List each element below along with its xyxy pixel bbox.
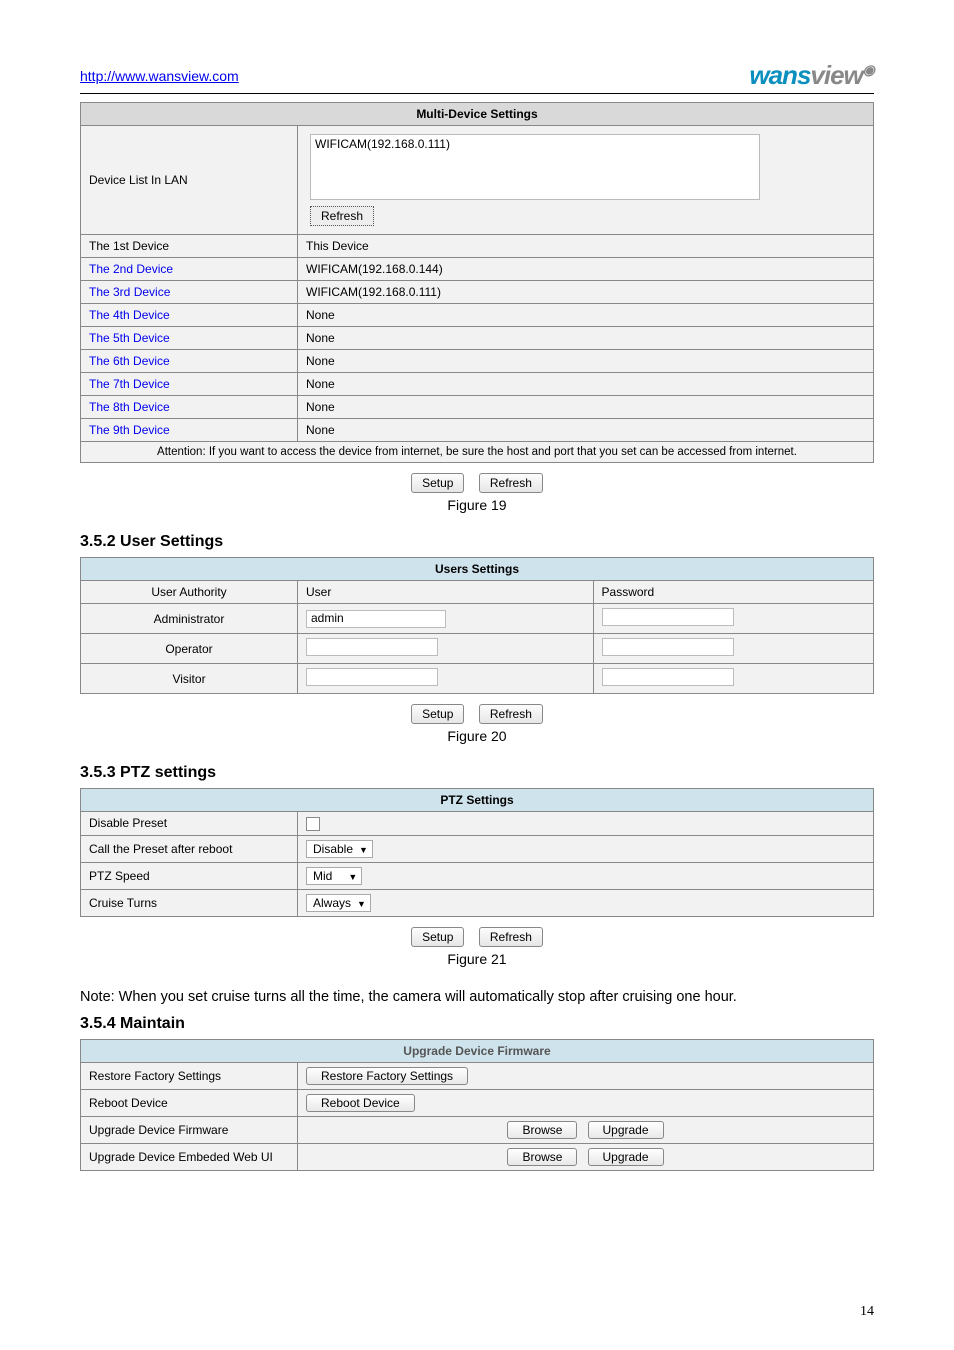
figure-label: Figure 19 [80, 497, 874, 513]
device-row-name[interactable]: The 7th Device [81, 373, 298, 396]
refresh-button[interactable]: Refresh [479, 704, 543, 724]
device-row-name[interactable]: The 5th Device [81, 327, 298, 350]
password-field[interactable] [602, 668, 734, 686]
device-list-label: Device List In LAN [81, 126, 298, 235]
maintain-table: Upgrade Device Firmware Restore Factory … [80, 1039, 874, 1171]
device-row-name[interactable]: The 2nd Device [81, 258, 298, 281]
setup-button[interactable]: Setup [411, 927, 464, 947]
device-row-name: The 1st Device [81, 235, 298, 258]
page-number: 14 [860, 1304, 874, 1320]
user-field[interactable] [306, 638, 438, 656]
reboot-device-button[interactable]: Reboot Device [306, 1094, 415, 1112]
ptz-title: PTZ Settings [81, 789, 874, 812]
restore-factory-button[interactable]: Restore Factory Settings [306, 1067, 468, 1085]
section-maintain: 3.5.4 Maintain [80, 1015, 874, 1033]
figure-label: Figure 20 [80, 728, 874, 744]
upgrade-button[interactable]: Upgrade [588, 1121, 664, 1139]
ptz-table: PTZ Settings Disable Preset Call the Pre… [80, 788, 874, 917]
chevron-down-icon: ▼ [357, 899, 366, 909]
maintain-title: Upgrade Device Firmware [81, 1039, 874, 1062]
ptz-note: Note: When you set cruise turns all the … [80, 987, 874, 1009]
device-row-value: WIFICAM(192.168.0.111) [298, 281, 874, 304]
chevron-down-icon: ▼ [359, 845, 368, 855]
device-row-value: None [298, 327, 874, 350]
section-ptz: 3.5.3 PTZ settings [80, 764, 874, 782]
users-title: Users Settings [81, 558, 874, 581]
device-row-name[interactable]: The 9th Device [81, 419, 298, 442]
device-row-value: None [298, 419, 874, 442]
ptz-speed-select[interactable]: Mid ▼ [306, 867, 362, 885]
password-field[interactable] [602, 608, 734, 626]
browse-button[interactable]: Browse [507, 1148, 577, 1166]
browse-button[interactable]: Browse [507, 1121, 577, 1139]
device-row-name[interactable]: The 3rd Device [81, 281, 298, 304]
disable-preset-checkbox[interactable] [306, 817, 320, 831]
device-row-value: WIFICAM(192.168.0.144) [298, 258, 874, 281]
refresh-list-button[interactable]: Refresh [310, 206, 374, 226]
cruise-turns-select[interactable]: Always▼ [306, 894, 371, 912]
device-list-box[interactable]: WIFICAM(192.168.0.111) [310, 134, 760, 200]
chevron-down-icon: ▼ [348, 872, 357, 882]
preset-after-reboot-select[interactable]: Disable▼ [306, 840, 373, 858]
password-field[interactable] [602, 638, 734, 656]
setup-button[interactable]: Setup [411, 473, 464, 493]
device-row-value: None [298, 396, 874, 419]
device-row-name[interactable]: The 4th Device [81, 304, 298, 327]
header-link[interactable]: http://www.wansview.com [80, 68, 239, 84]
refresh-button[interactable]: Refresh [479, 473, 543, 493]
section-user-settings: 3.5.2 User Settings [80, 533, 874, 551]
multi-device-table: Multi-Device Settings Device List In LAN… [80, 102, 874, 463]
user-field[interactable] [306, 668, 438, 686]
refresh-button[interactable]: Refresh [479, 927, 543, 947]
device-row-name[interactable]: The 8th Device [81, 396, 298, 419]
device-row-name[interactable]: The 6th Device [81, 350, 298, 373]
setup-button[interactable]: Setup [411, 704, 464, 724]
device-row-value: None [298, 350, 874, 373]
attention-text: Attention: If you want to access the dev… [81, 442, 874, 463]
device-row-value: None [298, 304, 874, 327]
user-field[interactable]: admin [306, 610, 446, 628]
users-table: Users Settings User Authority User Passw… [80, 557, 874, 694]
device-row-value: None [298, 373, 874, 396]
upgrade-button[interactable]: Upgrade [588, 1148, 664, 1166]
multi-device-title: Multi-Device Settings [81, 103, 874, 126]
device-row-value: This Device [298, 235, 874, 258]
figure-label: Figure 21 [80, 951, 874, 967]
logo: wansview◉ [749, 60, 874, 91]
